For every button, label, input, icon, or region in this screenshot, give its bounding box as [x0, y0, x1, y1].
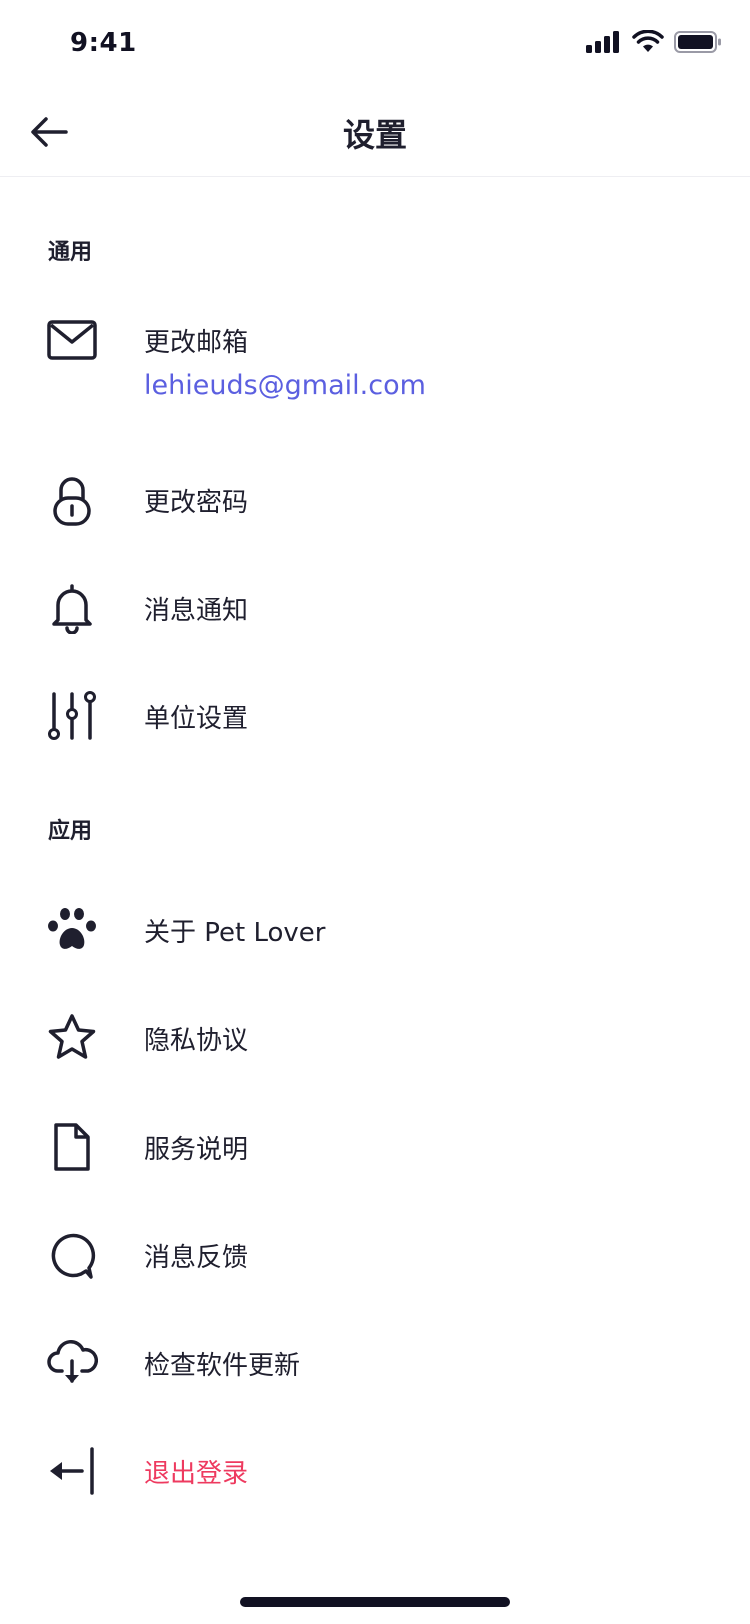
settings-item-change-password[interactable]: 更改密码 [0, 456, 750, 536]
settings-item-label: 更改密码 [144, 488, 249, 518]
settings-item-change-email[interactable]: 更改邮箱 lehieuds@gmail.com [0, 296, 750, 416]
settings-item-terms[interactable]: 服务说明 [0, 1103, 750, 1183]
section-header-app: 应用 [48, 819, 93, 844]
chat-bubble-icon [44, 1227, 100, 1283]
logout-icon [44, 1443, 100, 1499]
section-header-general: 通用 [48, 240, 93, 265]
settings-item-label: 更改邮箱 [144, 328, 249, 358]
settings-item-feedback[interactable]: 消息反馈 [0, 1211, 750, 1291]
settings-item-check-update[interactable]: 检查软件更新 [0, 1319, 750, 1399]
star-icon [44, 1010, 100, 1066]
status-time: 9:41 [70, 28, 137, 58]
settings-item-label: 单位设置 [144, 704, 249, 734]
home-indicator [240, 1597, 510, 1607]
page-title: 设置 [342, 116, 407, 154]
settings-item-label: 检查软件更新 [144, 1351, 301, 1381]
document-icon [44, 1119, 100, 1175]
paw-icon [44, 902, 100, 958]
cloud-download-icon [44, 1335, 100, 1391]
settings-item-label: 隐私协议 [144, 1026, 249, 1056]
wifi-icon [632, 29, 664, 58]
settings-item-logout[interactable]: 退出登录 [0, 1427, 750, 1507]
settings-item-notifications[interactable]: 消息通知 [0, 564, 750, 644]
sliders-icon [44, 688, 100, 744]
settings-item-label: 消息反馈 [144, 1243, 249, 1273]
settings-item-about[interactable]: 关于 Pet Lover [0, 886, 750, 966]
status-bar: 9:41 [0, 0, 750, 88]
nav-bar: 设置 [0, 88, 750, 177]
current-email: lehieuds@gmail.com [144, 370, 426, 401]
mail-icon [44, 312, 100, 368]
settings-item-privacy[interactable]: 隐私协议 [0, 994, 750, 1074]
lock-icon [44, 472, 100, 528]
cellular-signal-icon [586, 30, 622, 58]
settings-item-units[interactable]: 单位设置 [0, 672, 750, 752]
settings-item-label: 消息通知 [144, 596, 249, 626]
settings-item-label: 服务说明 [144, 1135, 249, 1165]
bell-icon [44, 580, 100, 636]
settings-item-label: 退出登录 [144, 1459, 249, 1489]
status-icons [586, 29, 722, 58]
battery-icon [674, 30, 722, 58]
settings-item-label: 关于 Pet Lover [144, 918, 326, 948]
